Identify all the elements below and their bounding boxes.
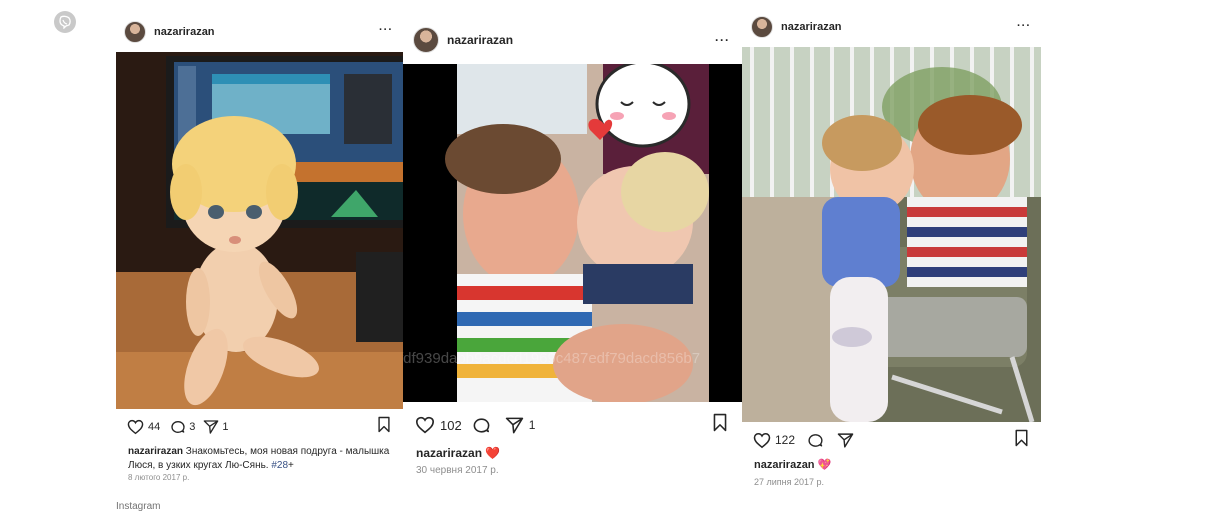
comment-icon	[473, 417, 490, 433]
post-actions: 102 1	[403, 413, 742, 437]
post-date: 30 червня 2017 р.	[416, 465, 499, 476]
caption-username[interactable]: nazarirazan	[754, 459, 815, 471]
caption-username[interactable]: nazarirazan	[416, 446, 482, 460]
caption-username[interactable]: nazarirazan	[128, 446, 183, 457]
comment-button[interactable]: 3	[170, 419, 195, 435]
post-card: nazarirazan ···	[403, 14, 742, 484]
like-count: 122	[775, 433, 796, 447]
heart-outline-icon	[753, 432, 771, 448]
post-photo[interactable]: fdf939dabb9acdcd1969c487edf79dacd856b7	[403, 64, 742, 402]
post-date: 27 липня 2017 р.	[754, 477, 825, 487]
comment-button[interactable]	[807, 432, 824, 449]
more-dots-icon[interactable]: ···	[379, 24, 393, 36]
like-count: 44	[148, 421, 161, 433]
username[interactable]: nazarirazan	[781, 21, 842, 33]
avatar[interactable]	[413, 27, 439, 53]
caption-emoji: ❤️	[485, 446, 501, 460]
like-button[interactable]: 44	[127, 419, 160, 435]
caption-hashtag[interactable]: #28	[271, 460, 288, 471]
caption-suffix: +	[288, 459, 294, 471]
username[interactable]: nazarirazan	[154, 26, 215, 38]
watermark-text: fdf939dabb9acdcd1969c487edf79dacd856b7	[403, 350, 701, 367]
like-button[interactable]: 122	[753, 432, 795, 449]
heart-outline-icon	[415, 416, 435, 434]
save-button[interactable]	[712, 413, 728, 437]
doll-on-desk-photo	[116, 52, 403, 409]
share-count: 1	[528, 418, 536, 432]
comment-icon	[808, 433, 823, 447]
share-button[interactable]: 1	[505, 416, 536, 435]
comment-icon	[171, 421, 185, 433]
share-count: 1	[222, 421, 229, 433]
comment-count: 3	[189, 421, 196, 433]
post-caption: nazarirazan ❤️	[403, 445, 742, 461]
bookmark-icon	[1015, 429, 1028, 446]
avatar[interactable]	[124, 21, 146, 43]
avatar[interactable]	[751, 16, 773, 38]
father-and-baby-stroller-photo	[742, 47, 1041, 422]
save-button[interactable]	[377, 416, 391, 438]
share-button[interactable]	[837, 432, 854, 449]
post-card: nazarirazan ···	[116, 14, 403, 484]
post-date: 8 лютого 2017 р.	[128, 473, 190, 482]
paper-plane-icon	[204, 420, 219, 434]
paper-plane-icon	[505, 417, 523, 433]
more-dots-icon[interactable]: ···	[1017, 20, 1031, 32]
post-photo[interactable]	[742, 47, 1041, 422]
like-button[interactable]: 102	[415, 416, 462, 434]
post-header: nazarirazan	[403, 26, 742, 54]
more-dots-icon[interactable]: ···	[715, 33, 730, 47]
post-photo[interactable]	[116, 52, 403, 409]
username[interactable]: nazarirazan	[447, 33, 513, 47]
bookmark-icon	[378, 416, 390, 433]
heart-outline-icon	[127, 419, 144, 435]
post-actions: 122	[742, 429, 1041, 452]
caption-emoji: 💖	[817, 459, 832, 471]
post-header: nazarirazan	[116, 20, 403, 44]
like-count: 102	[440, 417, 462, 433]
post-actions: 44 3 1	[116, 416, 403, 438]
post-card: nazarirazan ···	[742, 10, 1041, 490]
save-button[interactable]	[1014, 429, 1029, 452]
viber-icon[interactable]	[54, 11, 76, 33]
post-caption: nazarirazan Знакомьтесь, моя новая подру…	[116, 445, 403, 472]
bookmark-icon	[713, 413, 727, 432]
paper-plane-icon	[837, 432, 854, 448]
comment-button[interactable]	[472, 416, 491, 435]
post-header: nazarirazan	[742, 15, 1041, 39]
share-button[interactable]: 1	[203, 419, 229, 435]
post-caption: nazarirazan 💖	[742, 458, 1041, 473]
footer-label: Instagram	[116, 501, 161, 512]
